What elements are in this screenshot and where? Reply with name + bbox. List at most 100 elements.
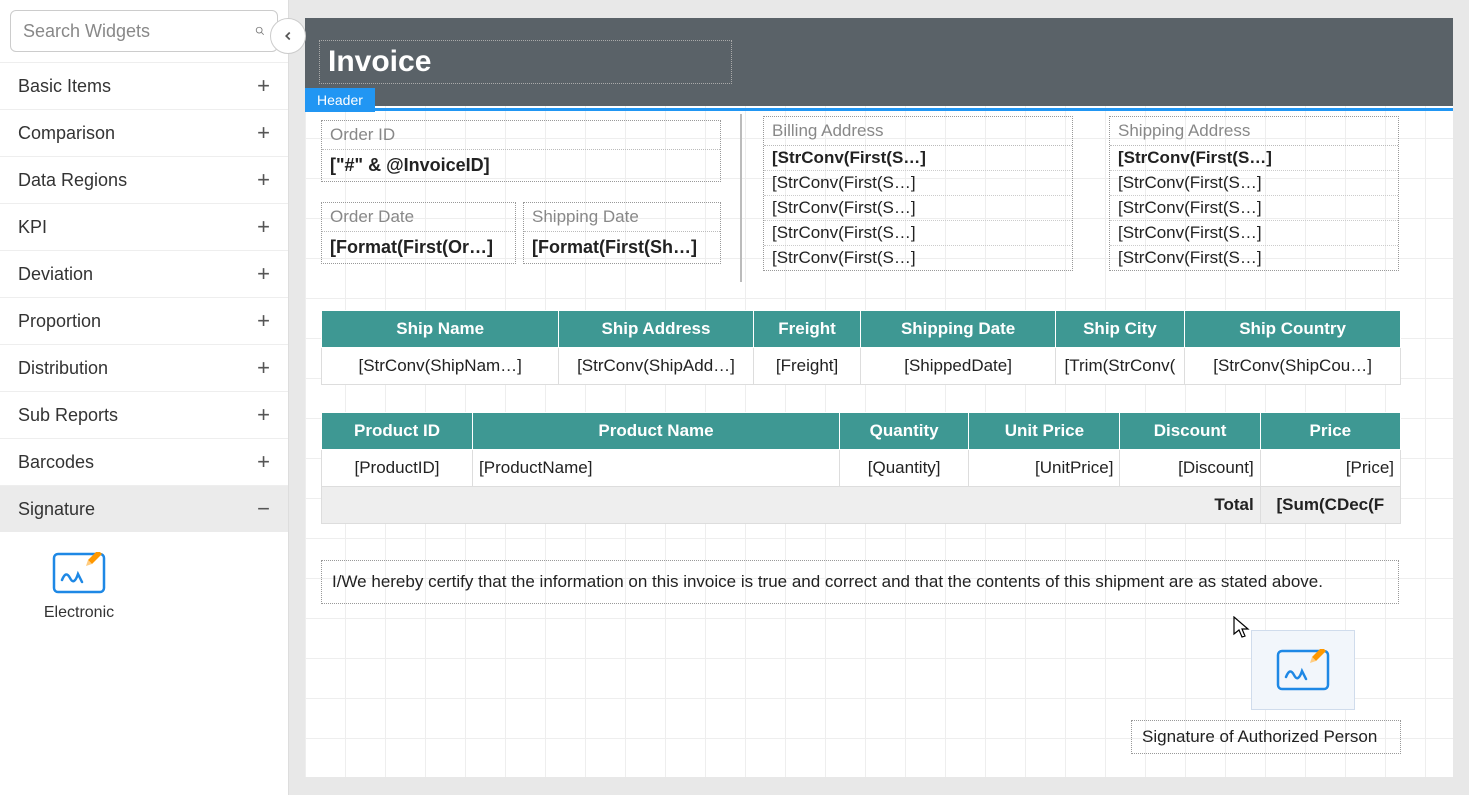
field-billing-address[interactable]: Billing Address [StrConv(First(S…] [StrC…: [763, 116, 1073, 271]
cell: [Discount]: [1120, 450, 1260, 487]
table-row[interactable]: [ProductID] [ProductName] [Quantity] [Un…: [322, 450, 1401, 487]
addr-line: [StrConv(First(S…]: [1110, 245, 1398, 270]
cell: [Quantity]: [839, 450, 968, 487]
category-basic-items[interactable]: Basic Items +: [0, 62, 288, 109]
category-data-regions[interactable]: Data Regions +: [0, 156, 288, 203]
category-label: Comparison: [18, 123, 115, 144]
category-label: Distribution: [18, 358, 108, 379]
category-kpi[interactable]: KPI +: [0, 203, 288, 250]
field-label: Billing Address: [764, 117, 1072, 146]
category-label: Barcodes: [18, 452, 94, 473]
product-table[interactable]: Product ID Product Name Quantity Unit Pr…: [321, 412, 1401, 524]
widget-electronic-signature[interactable]: Electronic: [14, 546, 144, 628]
report-header-band[interactable]: Invoice Header: [305, 18, 1453, 106]
category-label: Signature: [18, 499, 95, 520]
addr-line: [StrConv(First(S…]: [764, 170, 1072, 195]
total-value: [Sum(CDec(F: [1260, 487, 1400, 524]
plus-icon: +: [257, 355, 270, 381]
cell: [Price]: [1260, 450, 1400, 487]
plus-icon: +: [257, 73, 270, 99]
addr-line: [StrConv(First(S…]: [1110, 195, 1398, 220]
plus-icon: +: [257, 308, 270, 334]
field-shipping-address[interactable]: Shipping Address [StrConv(First(S…] [Str…: [1109, 116, 1399, 271]
col-freight[interactable]: Freight: [753, 311, 861, 348]
col-ship-address[interactable]: Ship Address: [559, 311, 753, 348]
category-barcodes[interactable]: Barcodes+: [0, 438, 288, 485]
field-label: Order Date: [322, 203, 515, 232]
category-proportion[interactable]: Proportion+: [0, 297, 288, 344]
signature-caption-text: Signature of Authorized Person: [1142, 727, 1377, 746]
cell: [ShippedDate]: [861, 348, 1055, 385]
cell: [ProductName]: [473, 450, 840, 487]
designer-canvas-wrap: Invoice Header Order ID ["#" & @InvoiceI…: [289, 0, 1469, 795]
cell: [StrConv(ShipCou…]: [1185, 348, 1401, 385]
addr-line: [StrConv(First(S…]: [764, 220, 1072, 245]
category-label: Basic Items: [18, 76, 111, 97]
designer-canvas[interactable]: Invoice Header Order ID ["#" & @InvoiceI…: [305, 18, 1453, 777]
ship-table[interactable]: Ship Name Ship Address Freight Shipping …: [321, 310, 1401, 385]
search-icon: [255, 21, 265, 41]
field-value: ["#" & @InvoiceID]: [322, 150, 720, 181]
minus-icon: −: [257, 496, 270, 522]
field-label: Order ID: [322, 121, 720, 150]
category-sub-reports[interactable]: Sub Reports+: [0, 391, 288, 438]
field-value: [Format(First(Sh…]: [524, 232, 720, 263]
table-total-row[interactable]: Total [Sum(CDec(F: [322, 487, 1401, 524]
category-deviation[interactable]: Deviation +: [0, 250, 288, 297]
plus-icon: +: [257, 214, 270, 240]
col-product-id[interactable]: Product ID: [322, 413, 473, 450]
col-discount[interactable]: Discount: [1120, 413, 1260, 450]
widget-label: Electronic: [44, 604, 114, 622]
cell: [StrConv(ShipAdd…]: [559, 348, 753, 385]
header-title-textbox[interactable]: Invoice: [319, 40, 732, 84]
field-shipping-date[interactable]: Shipping Date [Format(First(Sh…]: [523, 202, 721, 264]
certification-value: I/We hereby certify that the information…: [332, 572, 1323, 591]
addr-line: [StrConv(First(S…]: [1110, 220, 1398, 245]
certification-text[interactable]: I/We hereby certify that the information…: [321, 560, 1399, 604]
addr-line: [StrConv(First(S…]: [1110, 146, 1398, 170]
field-value: [Format(First(Or…]: [322, 232, 515, 263]
search-input[interactable]: [23, 21, 255, 42]
col-ship-name[interactable]: Ship Name: [322, 311, 559, 348]
header-underline: [305, 108, 1453, 111]
signature-icon: [52, 552, 106, 594]
category-distribution[interactable]: Distribution +: [0, 344, 288, 391]
search-input-wrapper[interactable]: [10, 10, 278, 52]
plus-icon: +: [257, 261, 270, 287]
plus-icon: +: [257, 402, 270, 428]
category-label: Deviation: [18, 264, 93, 285]
col-quantity[interactable]: Quantity: [839, 413, 968, 450]
cell: [Trim(StrConv(: [1055, 348, 1184, 385]
category-label: Data Regions: [18, 170, 127, 191]
plus-icon: +: [257, 167, 270, 193]
field-label: Shipping Address: [1110, 117, 1398, 146]
addr-line: [StrConv(First(S…]: [764, 146, 1072, 170]
category-signature[interactable]: Signature −: [0, 485, 288, 532]
signature-caption-box[interactable]: Signature of Authorized Person: [1131, 720, 1401, 754]
col-shipping-date[interactable]: Shipping Date: [861, 311, 1055, 348]
table-header-row: Ship Name Ship Address Freight Shipping …: [322, 311, 1401, 348]
signature-widget-drop[interactable]: [1251, 630, 1355, 710]
col-ship-country[interactable]: Ship Country: [1185, 311, 1401, 348]
addr-line: [StrConv(First(S…]: [764, 245, 1072, 270]
field-order-id[interactable]: Order ID ["#" & @InvoiceID]: [321, 120, 721, 182]
cell: [UnitPrice]: [969, 450, 1120, 487]
field-label: Shipping Date: [524, 203, 720, 232]
table-row[interactable]: [StrConv(ShipNam…] [StrConv(ShipAdd…] [F…: [322, 348, 1401, 385]
cell: [ProductID]: [322, 450, 473, 487]
addr-line: [StrConv(First(S…]: [764, 195, 1072, 220]
collapse-sidebar-button[interactable]: [270, 18, 306, 54]
field-order-date[interactable]: Order Date [Format(First(Or…]: [321, 202, 516, 264]
cursor-icon: [1233, 616, 1253, 640]
category-label: KPI: [18, 217, 47, 238]
col-product-name[interactable]: Product Name: [473, 413, 840, 450]
col-ship-city[interactable]: Ship City: [1055, 311, 1184, 348]
category-comparison[interactable]: Comparison+: [0, 109, 288, 156]
signature-icon: [1276, 649, 1330, 691]
category-list: Basic Items+ Comparison+ Data Regions+ K…: [0, 62, 288, 795]
col-price[interactable]: Price: [1260, 413, 1400, 450]
cell: [StrConv(ShipNam…]: [322, 348, 559, 385]
vertical-separator: [740, 114, 742, 282]
table-header-row: Product ID Product Name Quantity Unit Pr…: [322, 413, 1401, 450]
col-unit-price[interactable]: Unit Price: [969, 413, 1120, 450]
